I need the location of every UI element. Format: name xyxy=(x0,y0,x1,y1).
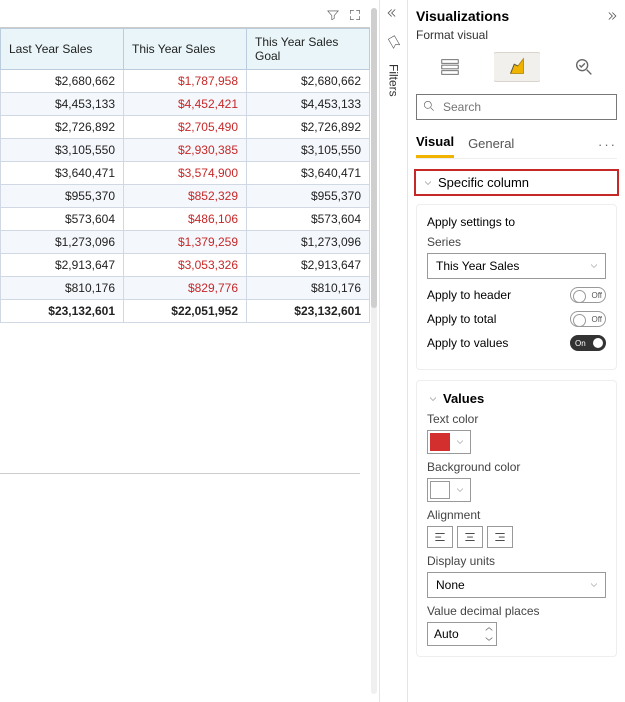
values-card: Values Text color Background color Align… xyxy=(416,380,617,657)
visualizations-pane: Visualizations Format visual Visual Gene… xyxy=(407,0,625,702)
table-visual[interactable]: Last Year Sales This Year Sales This Yea… xyxy=(0,6,370,323)
bg-color-picker[interactable] xyxy=(427,478,471,502)
values-header[interactable]: Values xyxy=(427,391,606,406)
decimal-places-stepper[interactable]: Auto xyxy=(427,622,497,646)
tab-visual[interactable]: Visual xyxy=(416,130,454,158)
series-label: Series xyxy=(427,235,606,249)
specific-column-header[interactable]: Specific column xyxy=(414,169,619,196)
alignment-label: Alignment xyxy=(427,508,606,522)
align-left-button[interactable] xyxy=(427,526,453,548)
filters-label[interactable]: Filters xyxy=(387,64,401,97)
table-row[interactable]: $3,105,550$2,930,385$3,105,550 xyxy=(1,139,370,162)
table-total-row: $23,132,601$22,051,952$23,132,601 xyxy=(1,300,370,323)
focus-mode-icon[interactable] xyxy=(348,8,362,25)
expand-filters-icon[interactable] xyxy=(387,6,401,23)
format-visual-icon[interactable] xyxy=(494,52,540,82)
report-canvas: Last Year Sales This Year Sales This Yea… xyxy=(0,0,379,702)
table-row[interactable]: $810,176$829,776$810,176 xyxy=(1,277,370,300)
chevron-down-icon xyxy=(422,177,434,189)
table-row[interactable]: $3,640,471$3,574,900$3,640,471 xyxy=(1,162,370,185)
align-center-button[interactable] xyxy=(457,526,483,548)
filter-icon[interactable] xyxy=(326,8,340,25)
alignment-group xyxy=(427,526,606,548)
expand-pane-icon[interactable] xyxy=(603,9,617,26)
table-row[interactable]: $1,273,096$1,379,259$1,273,096 xyxy=(1,231,370,254)
analytics-icon[interactable] xyxy=(561,52,607,82)
table-row[interactable]: $573,604$486,106$573,604 xyxy=(1,208,370,231)
search-icon xyxy=(422,99,436,113)
apply-total-toggle[interactable]: Off xyxy=(570,311,606,327)
table-row[interactable]: $955,370$852,329$955,370 xyxy=(1,185,370,208)
decimal-places-label: Value decimal places xyxy=(427,604,606,618)
table-row[interactable]: $2,913,647$3,053,326$2,913,647 xyxy=(1,254,370,277)
chevron-down-icon xyxy=(454,484,466,496)
table-row[interactable]: $2,680,662$1,787,958$2,680,662 xyxy=(1,70,370,93)
tabs-more-icon[interactable]: ··· xyxy=(598,137,617,152)
display-units-select[interactable]: None xyxy=(427,572,606,598)
bg-color-label: Background color xyxy=(427,460,606,474)
apply-settings-card: Apply settings to Series This Year Sales… xyxy=(416,204,617,370)
bookmark-icon[interactable] xyxy=(387,35,401,52)
chevron-down-icon xyxy=(427,393,439,405)
format-mode-tabs xyxy=(416,48,617,90)
col-header[interactable]: This Year Sales xyxy=(124,29,247,70)
format-tabs: Visual General ··· xyxy=(416,130,617,159)
apply-settings-heading: Apply settings to xyxy=(427,215,606,229)
search-input[interactable] xyxy=(416,94,617,120)
pane-subtitle: Format visual xyxy=(416,28,617,42)
stepper-up-icon[interactable] xyxy=(485,626,493,632)
apply-values-toggle[interactable]: On xyxy=(570,335,606,351)
chevron-down-icon xyxy=(454,436,466,448)
build-visual-icon[interactable] xyxy=(427,52,473,82)
col-header[interactable]: This Year Sales Goal xyxy=(247,29,370,70)
apply-header-toggle[interactable]: Off xyxy=(570,287,606,303)
visual-toolbar xyxy=(0,6,370,28)
align-right-button[interactable] xyxy=(487,526,513,548)
apply-values-label: Apply to values xyxy=(427,336,508,350)
chevron-down-icon xyxy=(588,260,600,272)
text-color-swatch xyxy=(430,433,450,451)
apply-total-label: Apply to total xyxy=(427,312,496,326)
tab-general[interactable]: General xyxy=(468,132,514,157)
table-row[interactable]: $4,453,133$4,452,421$4,453,133 xyxy=(1,93,370,116)
filters-pane-collapsed: Filters xyxy=(379,0,407,702)
series-select[interactable]: This Year Sales xyxy=(427,253,606,279)
col-header[interactable]: Last Year Sales xyxy=(1,29,124,70)
data-table: Last Year Sales This Year Sales This Yea… xyxy=(0,28,370,323)
display-units-label: Display units xyxy=(427,554,606,568)
chevron-down-icon xyxy=(588,579,600,591)
text-color-picker[interactable] xyxy=(427,430,471,454)
bg-color-swatch xyxy=(430,481,450,499)
apply-header-label: Apply to header xyxy=(427,288,511,302)
stepper-down-icon[interactable] xyxy=(485,636,493,642)
text-color-label: Text color xyxy=(427,412,606,426)
canvas-scrollbar[interactable] xyxy=(371,8,377,694)
pane-title: Visualizations xyxy=(416,8,509,24)
table-row[interactable]: $2,726,892$2,705,490$2,726,892 xyxy=(1,116,370,139)
format-search xyxy=(416,94,617,120)
canvas-divider xyxy=(0,473,360,474)
